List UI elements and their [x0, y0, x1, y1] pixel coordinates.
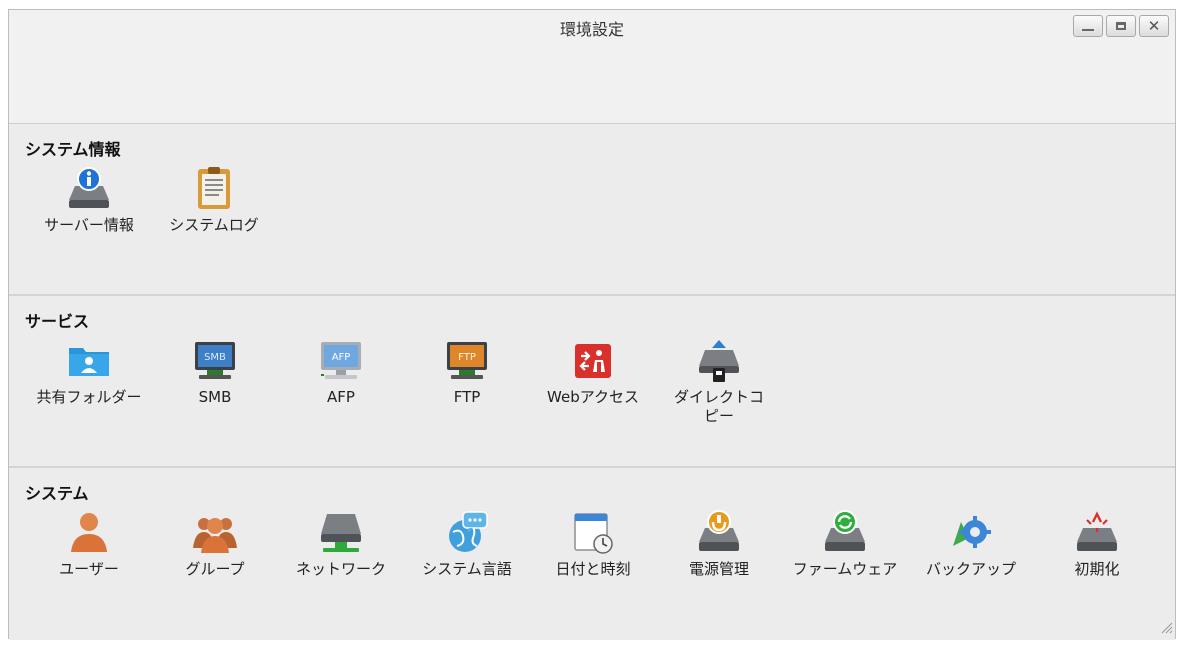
item-user[interactable]: ユーザー — [26, 508, 152, 579]
item-language[interactable]: システム言語 — [404, 508, 530, 579]
item-firmware[interactable]: ファームウェア — [782, 508, 908, 579]
item-label: システム言語 — [422, 560, 512, 578]
web-access-icon — [569, 336, 617, 384]
firmware-icon — [821, 508, 869, 556]
system-log-icon — [190, 164, 238, 212]
item-afp[interactable]: AFP AFP — [278, 336, 404, 407]
item-label: グループ — [185, 560, 245, 578]
item-network[interactable]: ネットワーク — [278, 508, 404, 579]
svg-text:FTP: FTP — [458, 352, 476, 363]
shared-folder-icon — [65, 336, 113, 384]
close-icon: ✕ — [1147, 16, 1161, 35]
item-label: サーバー情報 — [44, 216, 134, 234]
server-info-icon — [65, 164, 113, 212]
smb-icon: SMB — [191, 336, 239, 384]
item-label: バックアップ — [925, 560, 1016, 578]
item-smb[interactable]: SMB SMB — [152, 336, 278, 407]
ftp-icon: FTP — [443, 336, 491, 384]
user-icon — [65, 508, 113, 556]
item-label: 日付と時刻 — [555, 560, 631, 578]
backup-icon — [947, 508, 995, 556]
power-icon — [695, 508, 743, 556]
settings-window: 環境設定 ✕ システム情報 サーバー情報 システムログ サービス 共有フォルダー… — [8, 9, 1176, 640]
svg-text:SMB: SMB — [204, 352, 226, 363]
item-label: AFP — [327, 388, 355, 406]
item-power[interactable]: 電源管理 — [656, 508, 782, 579]
svg-text:AFP: AFP — [332, 352, 351, 363]
group-icon — [191, 508, 239, 556]
afp-icon: AFP — [317, 336, 365, 384]
item-date-time[interactable]: 日付と時刻 — [530, 508, 656, 579]
section-title: システム情報 — [25, 140, 121, 159]
item-shared-folder[interactable]: 共有フォルダー — [26, 336, 152, 407]
section-title: システム — [25, 484, 89, 503]
minimize-icon — [1082, 29, 1094, 31]
item-ftp[interactable]: FTP FTP — [404, 336, 530, 407]
item-label: 共有フォルダー — [36, 388, 142, 406]
title-bar: 環境設定 ✕ — [9, 10, 1175, 124]
item-backup[interactable]: バックアップ — [908, 508, 1034, 579]
resize-grip-icon[interactable] — [1159, 619, 1173, 638]
item-label: FTP — [453, 388, 481, 406]
maximize-button[interactable] — [1106, 15, 1136, 37]
item-label: ファームウェア — [792, 560, 898, 578]
item-label: 初期化 — [1074, 560, 1120, 578]
item-server-info[interactable]: サーバー情報 — [26, 164, 152, 235]
item-label: ユーザー — [59, 560, 119, 578]
item-system-log[interactable]: システムログ — [151, 164, 277, 235]
window-controls: ✕ — [1073, 15, 1169, 37]
item-label: ネットワーク — [295, 560, 386, 578]
section-system-info: システム情報 サーバー情報 システムログ — [9, 124, 1175, 296]
close-button[interactable]: ✕ — [1139, 15, 1169, 37]
section-system: システム ユーザー グループ ネットワーク システム言語 日付と時刻 電源管理 … — [9, 468, 1175, 640]
item-direct-copy[interactable]: ダイレクトコピー — [656, 336, 782, 426]
item-label: 電源管理 — [688, 560, 749, 578]
window-title: 環境設定 — [559, 20, 624, 39]
section-services: サービス 共有フォルダー SMB SMB AFP AFP FTP FTP Web… — [9, 296, 1175, 468]
item-label: システムログ — [169, 216, 259, 234]
section-title: サービス — [25, 312, 90, 331]
item-group[interactable]: グループ — [152, 508, 278, 579]
date-time-icon — [569, 508, 617, 556]
item-initialize[interactable]: 初期化 — [1034, 508, 1160, 579]
item-label: ダイレクトコピー — [673, 388, 764, 425]
item-label: Webアクセス — [547, 388, 639, 406]
item-web-access[interactable]: Webアクセス — [530, 336, 656, 407]
direct-copy-icon — [695, 336, 743, 384]
minimize-button[interactable] — [1073, 15, 1103, 37]
maximize-icon — [1116, 22, 1126, 30]
network-icon — [317, 508, 365, 556]
initialize-icon — [1073, 508, 1121, 556]
item-label: SMB — [198, 388, 232, 406]
language-icon — [443, 508, 491, 556]
